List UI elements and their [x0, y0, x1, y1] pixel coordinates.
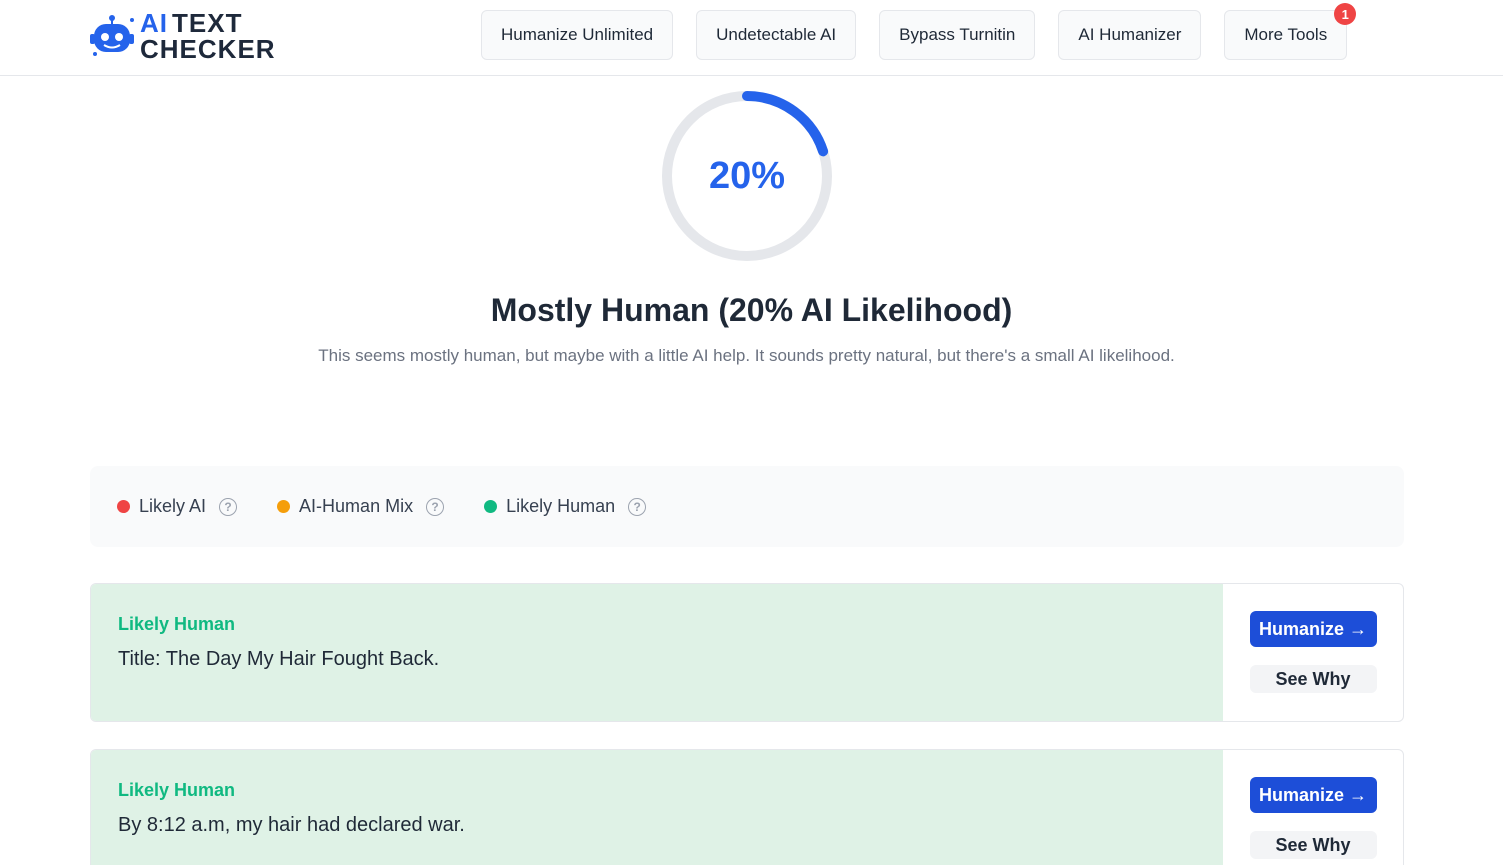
- sentence-body: Likely Human By 8:12 a.m, my hair had de…: [91, 750, 1223, 865]
- legend-label: Likely Human: [506, 496, 616, 516]
- nav-humanize-unlimited[interactable]: Humanize Unlimited: [481, 10, 674, 60]
- nav-more-tools-label: More Tools: [1244, 25, 1328, 44]
- logo-checker: CHECKER: [140, 34, 276, 64]
- question-circle-icon[interactable]: ?: [219, 497, 238, 516]
- sentence-card: Likely Human By 8:12 a.m, my hair had de…: [90, 749, 1404, 865]
- legend-likely-human: Likely Human ?: [484, 496, 647, 517]
- question-circle-icon[interactable]: ?: [426, 497, 445, 516]
- see-why-button[interactable]: See Why: [1249, 831, 1377, 859]
- sentence-actions: Humanize → See Why: [1223, 584, 1403, 721]
- red-dot-icon: [117, 500, 130, 513]
- sentence-text: By 8:12 a.m, my hair had declared war.: [118, 814, 465, 836]
- sentence-text: Title: The Day My Hair Fought Back.: [118, 648, 440, 670]
- sentence-label: Likely Human: [118, 780, 236, 800]
- legend-ai-human-mix: AI-Human Mix ?: [277, 496, 445, 517]
- see-why-button[interactable]: See Why: [1249, 665, 1377, 693]
- gauge-percent: 20%: [708, 154, 786, 197]
- sentence-card: Likely Human Title: The Day My Hair Foug…: [90, 583, 1404, 722]
- notification-badge: 1: [1334, 3, 1357, 25]
- main-nav: Humanize Unlimited Undetectable AI Bypas…: [481, 3, 1357, 60]
- humanize-button[interactable]: Humanize →: [1249, 777, 1377, 813]
- orange-dot-icon: [277, 500, 291, 513]
- green-dot-icon: [484, 500, 498, 513]
- ai-likelihood-gauge: 20%: [660, 89, 834, 263]
- sentence-body: Likely Human Title: The Day My Hair Foug…: [91, 584, 1223, 721]
- question-circle-icon[interactable]: ?: [628, 497, 647, 516]
- logo-wordmark: AI TEXT CHECKER: [140, 10, 276, 62]
- legend-likely-ai: Likely AI ?: [117, 496, 238, 517]
- nav-undetectable-ai[interactable]: Undetectable AI: [696, 10, 857, 60]
- nav-ai-humanizer[interactable]: AI Humanizer: [1058, 10, 1202, 60]
- sentence-actions: Humanize → See Why: [1223, 750, 1403, 865]
- result-description: This seems mostly human, but maybe with …: [318, 346, 1175, 365]
- sentence-label: Likely Human: [118, 614, 236, 634]
- site-header: AI TEXT CHECKER Humanize Unlimited Undete…: [0, 0, 1503, 76]
- nav-more-tools[interactable]: More Tools 1: [1224, 3, 1357, 60]
- robot-icon: [90, 12, 138, 60]
- legend: Likely AI ? AI-Human Mix ? Likely Human …: [90, 466, 1404, 547]
- nav-bypass-turnitin[interactable]: Bypass Turnitin: [879, 10, 1036, 60]
- result-title: Mostly Human (20% AI Likelihood): [490, 292, 1013, 328]
- legend-label: AI-Human Mix: [299, 496, 414, 516]
- humanize-button[interactable]: Humanize →: [1249, 611, 1377, 647]
- logo[interactable]: AI TEXT CHECKER: [90, 10, 290, 62]
- legend-label: Likely AI: [139, 496, 207, 516]
